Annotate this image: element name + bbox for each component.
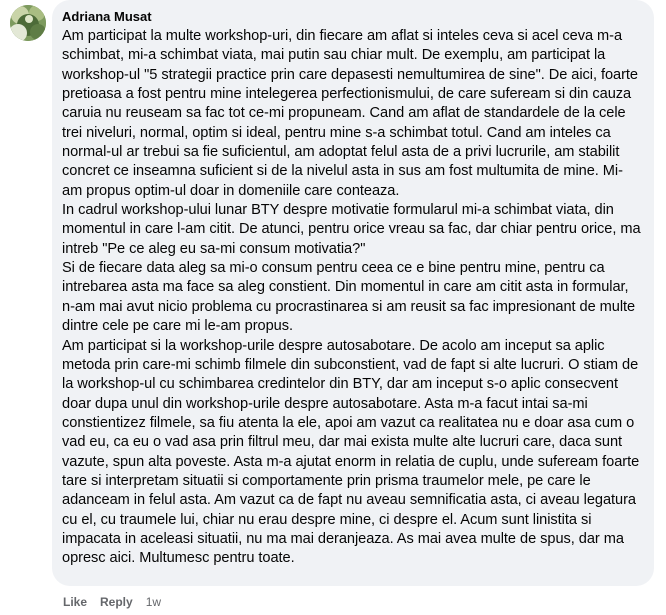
comment-paragraph: Am participat la multe workshop-uri, din… xyxy=(62,28,639,199)
comment-paragraph: In cadrul workshop-ului lunar BTY despre… xyxy=(62,202,641,257)
comment-paragraph: Si de fiecare data aleg sa mi-o consum p… xyxy=(62,260,636,335)
comment-paragraph: Am participat si la workshop-urile despr… xyxy=(62,337,640,567)
reply-button[interactable]: Reply xyxy=(100,594,133,610)
comment-timestamp[interactable]: 1w xyxy=(146,594,161,610)
comment-actions: Like Reply 1w xyxy=(63,594,161,610)
comment: Adriana Musat Am participat la multe wor… xyxy=(0,0,666,615)
profile-photo-icon xyxy=(10,5,46,41)
avatar[interactable] xyxy=(10,5,46,41)
like-button[interactable]: Like xyxy=(63,594,87,610)
comment-bubble: Adriana Musat Am participat la multe wor… xyxy=(52,0,654,586)
comment-author[interactable]: Adriana Musat xyxy=(62,8,642,26)
